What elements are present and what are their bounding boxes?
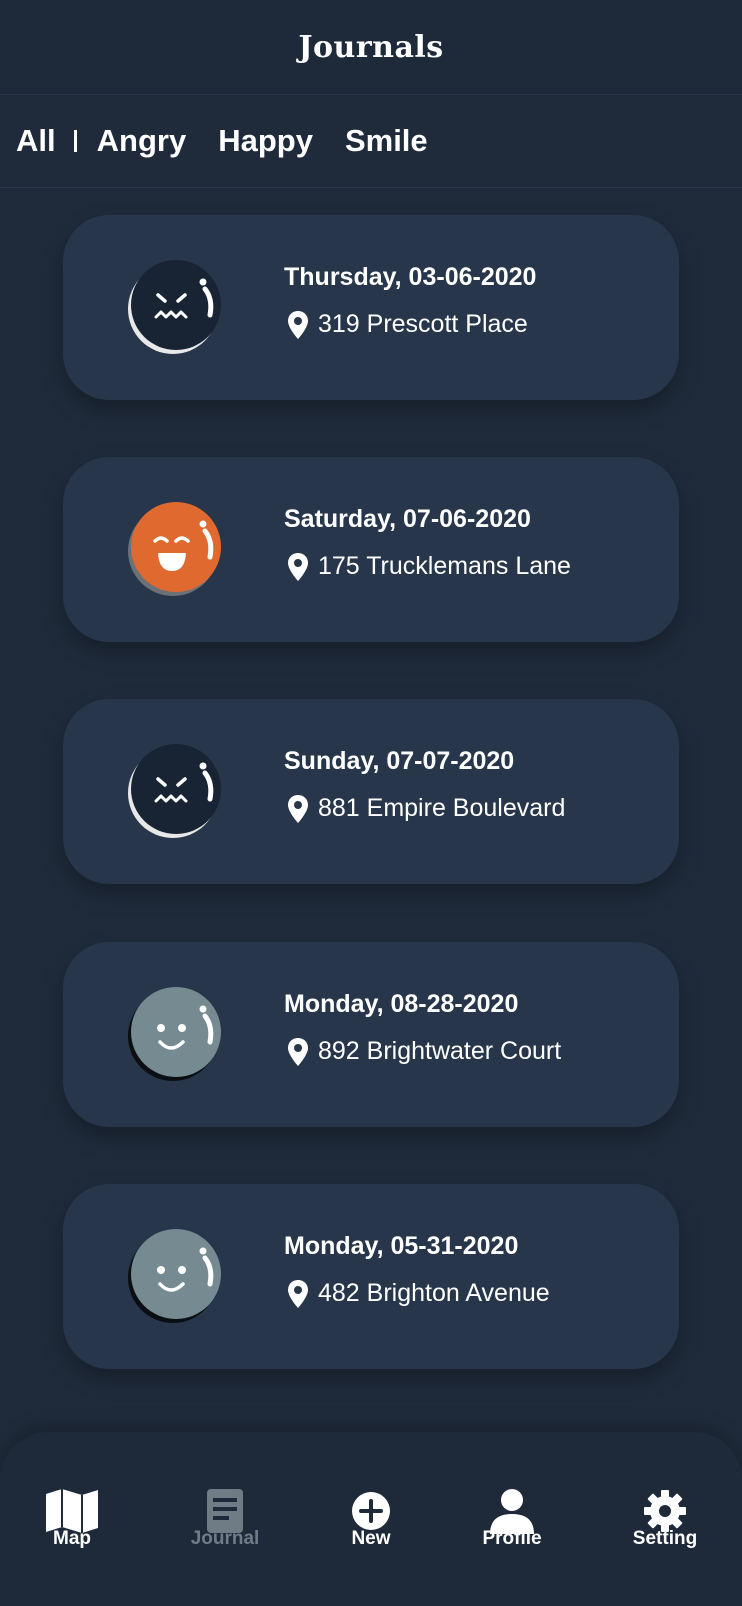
- tab-label: New: [351, 1528, 391, 1549]
- angry-face-icon: [128, 744, 221, 838]
- entry-date: Sunday, 07-07-2020: [284, 747, 515, 775]
- entry-date: Monday, 05-31-2020: [284, 1232, 519, 1260]
- entry-location: 482 Brighton Avenue: [287, 1279, 550, 1308]
- smile-face-icon: [128, 987, 221, 1081]
- entry-location: 881 Empire Boulevard: [287, 794, 565, 823]
- location-pin-icon: [288, 794, 308, 823]
- location-pin-icon: [288, 552, 308, 581]
- entry-location: 892 Brightwater Court: [287, 1037, 561, 1066]
- header: Journals: [0, 0, 742, 95]
- tab-label: Journal: [190, 1528, 260, 1549]
- location-pin-icon: [288, 1279, 308, 1308]
- tab-label: Map: [53, 1528, 91, 1549]
- filter-smile[interactable]: Smile: [345, 123, 428, 159]
- journal-card[interactable]: Monday, 05-31-2020 482 Brighton Avenue: [63, 1184, 679, 1369]
- filter-happy[interactable]: Happy: [218, 123, 313, 159]
- entry-location-text: 319 Prescott Place: [318, 310, 528, 338]
- happy-face-icon: [128, 502, 221, 596]
- journal-card[interactable]: Saturday, 07-06-2020 175 Trucklemans Lan…: [63, 457, 679, 642]
- mood-filter-bar: All Angry Happy Smile: [0, 95, 742, 188]
- journal-list[interactable]: Thursday, 03-06-2020 319 Prescott Place …: [0, 189, 742, 1434]
- filter-divider: [73, 130, 77, 152]
- tab-label: Profile: [482, 1528, 542, 1549]
- journal-card[interactable]: Sunday, 07-07-2020 881 Empire Boulevard: [63, 699, 679, 884]
- location-pin-icon: [288, 1037, 308, 1066]
- tab-profile[interactable]: Profile: [452, 1488, 572, 1550]
- tab-label: Setting: [632, 1528, 698, 1549]
- entry-location-text: 881 Empire Boulevard: [318, 794, 566, 822]
- tab-map[interactable]: Map: [12, 1488, 132, 1550]
- journal-card[interactable]: Thursday, 03-06-2020 319 Prescott Place: [63, 215, 679, 400]
- smile-face-icon: [128, 1229, 221, 1323]
- journal-card[interactable]: Monday, 08-28-2020 892 Brightwater Court: [63, 942, 679, 1127]
- page-title: Journals: [298, 29, 444, 65]
- tab-new[interactable]: New: [311, 1488, 431, 1550]
- filter-angry[interactable]: Angry: [97, 123, 187, 159]
- entry-location: 319 Prescott Place: [287, 310, 528, 339]
- entry-date: Saturday, 07-06-2020: [284, 505, 531, 533]
- entry-date: Thursday, 03-06-2020: [284, 263, 537, 291]
- entry-location-text: 482 Brighton Avenue: [318, 1279, 550, 1307]
- tab-setting[interactable]: Setting: [605, 1488, 725, 1550]
- angry-face-icon: [128, 260, 221, 354]
- entry-location-text: 892 Brightwater Court: [318, 1037, 562, 1065]
- entry-location-text: 175 Trucklemans Lane: [318, 552, 571, 580]
- bottom-tab-bar: Map Journal New Profile Setting: [0, 1432, 742, 1606]
- location-pin-icon: [288, 310, 308, 339]
- entry-date: Monday, 08-28-2020: [284, 990, 519, 1018]
- entry-location: 175 Trucklemans Lane: [287, 552, 571, 581]
- filter-all[interactable]: All: [16, 123, 56, 159]
- tab-journal[interactable]: Journal: [165, 1488, 285, 1550]
